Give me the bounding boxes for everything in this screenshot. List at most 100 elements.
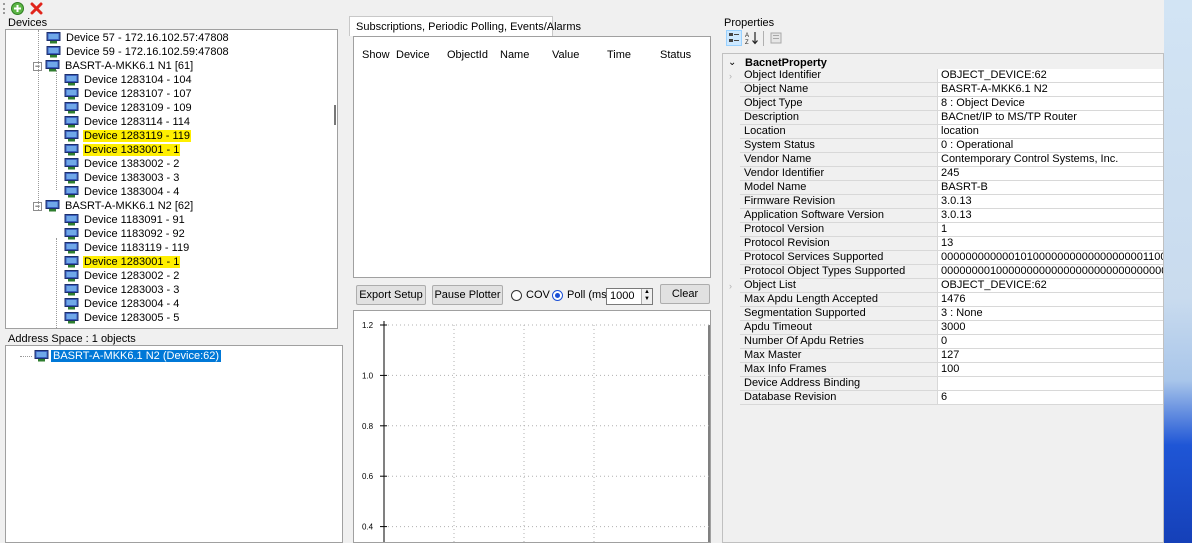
property-name[interactable]: Max Master [740,349,937,363]
property-name[interactable]: Object Name [740,83,937,97]
property-value[interactable]: 0000000010000000000000000000000000000000… [937,265,1163,279]
property-value[interactable]: 3 : None [937,307,1163,321]
property-row[interactable]: System Status 0 : Operational [723,139,1163,153]
property-row[interactable]: Protocol Version 1 [723,223,1163,237]
property-value[interactable]: 8 : Object Device [937,97,1163,111]
property-value[interactable]: 3000 [937,321,1163,335]
property-name[interactable]: Firmware Revision [740,195,937,209]
property-value[interactable]: 3.0.13 [937,195,1163,209]
devices-tree[interactable]: Device 57 - 172.16.102.57:47808 Device 59… [5,29,338,329]
tree-node-device[interactable]: Device 1283001 - 1 [64,255,181,269]
add-device-button[interactable] [10,1,24,15]
property-row[interactable]: Vendor Name Contemporary Control Systems,… [723,153,1163,167]
property-name[interactable]: Segmentation Supported [740,307,937,321]
property-value[interactable]: BASRT-A-MKK6.1 N2 [937,83,1163,97]
property-name[interactable]: Device Address Binding [740,377,937,391]
property-name[interactable]: Location [740,125,937,139]
tree-scrollbar-thumb[interactable] [334,105,336,125]
tree-node-device[interactable]: Device 1383003 - 3 [64,171,180,185]
property-name[interactable]: Protocol Services Supported [740,251,937,265]
property-value[interactable]: BASRT-B [937,181,1163,195]
property-value[interactable]: 245 [937,167,1163,181]
stepper-arrows-icon[interactable]: ▲ ▼ [641,289,652,304]
tree-node-device[interactable]: Device 1183091 - 91 [64,213,186,227]
property-row[interactable]: Number Of Apdu Retries 0 [723,335,1163,349]
tree-node-device[interactable]: Device 57 - 172.16.102.57:47808 [46,31,230,45]
tree-node-device[interactable]: Device 1183119 - 119 [64,241,190,255]
subscriptions-grid[interactable]: Show Device ObjectId Name Value Time Sta… [353,36,711,278]
property-value[interactable]: OBJECT_DEVICE:62 [937,69,1163,83]
property-name[interactable]: Apdu Timeout [740,321,937,335]
alphabetical-view-button[interactable]: A Z [744,30,760,46]
tree-node-device[interactable]: Device 1283104 - 104 [64,73,193,87]
property-name[interactable]: Protocol Object Types Supported [740,265,937,279]
property-row[interactable]: Model Name BASRT-B [723,181,1163,195]
property-name[interactable]: Protocol Version [740,223,937,237]
column-header-name[interactable]: Name [500,49,529,61]
expand-chevron-icon[interactable]: › [723,279,740,293]
property-row[interactable]: Vendor Identifier 245 [723,167,1163,181]
column-header-objectid[interactable]: ObjectId [447,49,488,61]
property-row[interactable]: Description BACnet/IP to MS/TP Router [723,111,1163,125]
property-name[interactable]: Description [740,111,937,125]
property-name[interactable]: Protocol Revision [740,237,937,251]
tree-node-device[interactable]: Device 1283002 - 2 [64,269,180,283]
property-value[interactable]: 0 [937,335,1163,349]
property-pages-button[interactable] [768,30,784,46]
tree-node-device[interactable]: Device 1283119 - 119 [64,129,191,143]
property-row[interactable]: Max Info Frames 100 [723,363,1163,377]
property-name[interactable]: Number Of Apdu Retries [740,335,937,349]
collapse-chevron-icon[interactable]: ⌄ [723,57,740,68]
property-row[interactable]: Max Apdu Length Accepted 1476 [723,293,1163,307]
tree-node-router[interactable]: − BASRT-A-MKK6.1 N1 [61] [33,59,194,73]
column-header-time[interactable]: Time [607,49,631,61]
poll-interval-stepper[interactable]: 1000 ▲ ▼ [606,288,653,305]
property-name[interactable]: Application Software Version [740,209,937,223]
property-row[interactable]: Location location [723,125,1163,139]
tree-node-device[interactable]: Device 59 - 172.16.102.59:47808 [46,45,230,59]
export-setup-button[interactable]: Export Setup [356,285,426,305]
property-value[interactable]: BACnet/IP to MS/TP Router [937,111,1163,125]
property-value[interactable]: 6 [937,391,1163,405]
tab-subscriptions[interactable]: Subscriptions, Periodic Polling, Events/… [349,16,581,36]
column-header-show[interactable]: Show [362,49,390,61]
property-value[interactable]: 0 : Operational [937,139,1163,153]
pause-plotter-button[interactable]: Pause Plotter [432,285,503,305]
property-name[interactable]: Max Info Frames [740,363,937,377]
toolbar-grip[interactable] [3,3,5,14]
expand-chevron-icon[interactable]: › [723,69,740,83]
property-value[interactable]: 1476 [937,293,1163,307]
property-row[interactable]: Protocol Revision 13 [723,237,1163,251]
property-row[interactable]: › Object List OBJECT_DEVICE:62 [723,279,1163,293]
tree-node-device[interactable]: Device 1383001 - 1 [64,143,181,157]
property-row[interactable]: › Object Identifier OBJECT_DEVICE:62 [723,69,1163,83]
property-value[interactable]: 13 [937,237,1163,251]
column-header-status[interactable]: Status [660,49,691,61]
property-value[interactable]: location [937,125,1163,139]
property-row[interactable]: Device Address Binding [723,377,1163,391]
property-grid[interactable]: ⌄ BacnetProperty › Object Identifier OBJEC… [722,53,1164,543]
property-row[interactable]: Database Revision 6 [723,391,1163,405]
property-row[interactable]: Segmentation Supported 3 : None [723,307,1163,321]
property-row[interactable]: Max Master 127 [723,349,1163,363]
property-value[interactable] [937,377,1163,391]
property-value[interactable]: 100 [937,363,1163,377]
tree-node-device[interactable]: Device 1383002 - 2 [64,157,180,171]
property-row[interactable]: Object Name BASRT-A-MKK6.1 N2 [723,83,1163,97]
property-value[interactable]: 3.0.13 [937,209,1163,223]
property-value[interactable]: OBJECT_DEVICE:62 [937,279,1163,293]
property-name[interactable]: Max Apdu Length Accepted [740,293,937,307]
column-header-value[interactable]: Value [552,49,579,61]
property-row[interactable]: Application Software Version 3.0.13 [723,209,1163,223]
tree-node-device[interactable]: Device 1383004 - 4 [64,185,180,199]
tree-node-device[interactable]: Device 1283003 - 3 [64,283,180,297]
categorized-view-button[interactable] [726,30,742,46]
property-name[interactable]: Object Identifier [740,69,937,83]
tree-node-device[interactable]: Device 1283107 - 107 [64,87,193,101]
property-name[interactable]: System Status [740,139,937,153]
tree-node-device[interactable]: Device 1283114 - 114 [64,115,191,129]
property-category-header[interactable]: ⌄ BacnetProperty [723,56,1163,69]
property-row[interactable]: Apdu Timeout 3000 [723,321,1163,335]
cov-radio[interactable] [511,290,522,301]
property-row[interactable]: Protocol Services Supported 0000000000001… [723,251,1163,265]
